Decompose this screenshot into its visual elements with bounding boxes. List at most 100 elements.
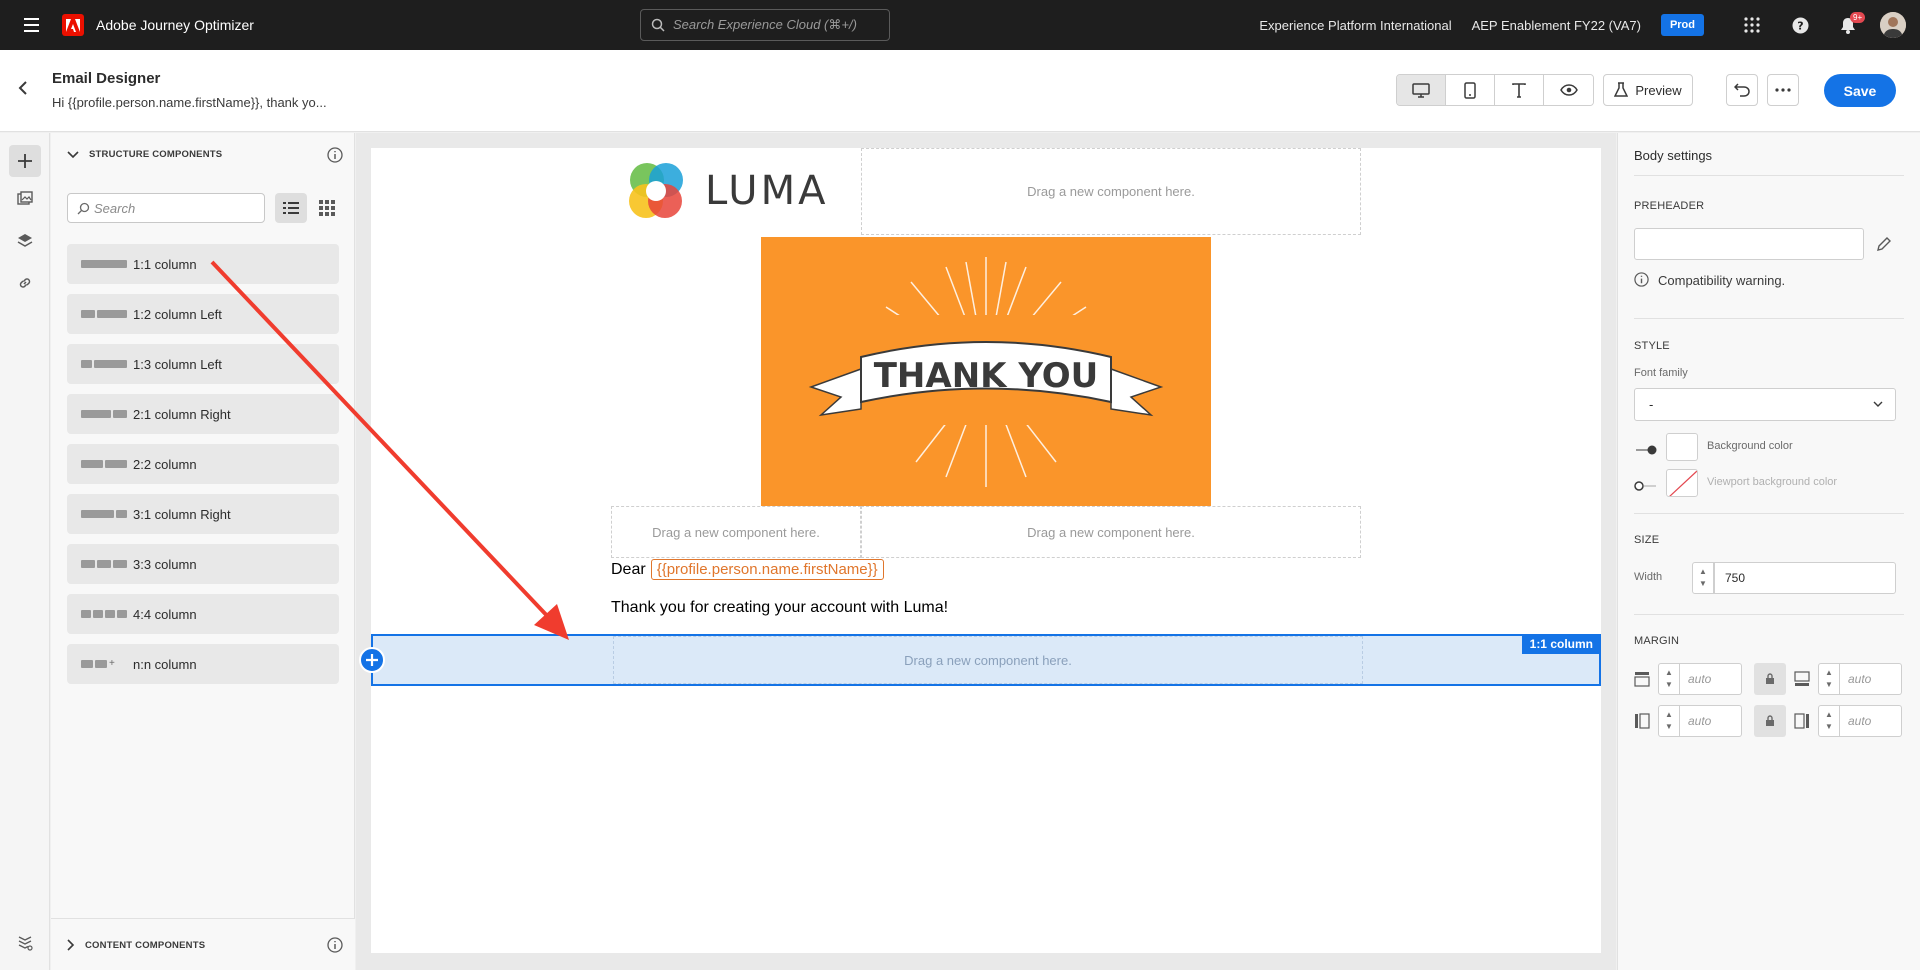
component-search-input[interactable]: Search <box>67 193 265 223</box>
width-stepper[interactable]: ▲ ▼ <box>1692 562 1714 594</box>
user-avatar[interactable] <box>1880 12 1906 38</box>
apps-grid-icon[interactable] <box>1728 0 1776 50</box>
compatibility-warning: Compatibility warning. <box>1658 273 1786 288</box>
structure-components-header[interactable]: STRUCTURE COMPONENTS <box>67 147 343 163</box>
chevron-right-icon <box>67 939 75 951</box>
luma-logo-text: LUMA <box>705 168 829 214</box>
component-label: 2:2 column <box>133 456 197 472</box>
settings-stack-icon[interactable] <box>9 927 41 959</box>
viewport-background-swatch[interactable] <box>1666 469 1698 497</box>
component-label: 4:4 column <box>133 606 197 622</box>
preheader-input[interactable] <box>1634 228 1864 260</box>
row-type-tag: 1:1 column <box>1521 634 1601 654</box>
list-view-icon[interactable] <box>275 193 307 223</box>
add-components-icon[interactable] <box>9 145 41 177</box>
settings-title: Body settings <box>1634 148 1713 163</box>
background-color-toggle[interactable] <box>1634 443 1658 457</box>
help-icon[interactable]: ? <box>1776 0 1824 50</box>
luma-logo-icon <box>629 163 683 218</box>
selected-structure-row[interactable]: Drag a new component here. 1:1 column <box>359 634 1601 686</box>
margin-right-stepper[interactable]: ▲ ▼ <box>1818 705 1840 737</box>
component-1-3-column-left[interactable]: 1:3 column Left <box>67 344 339 384</box>
info-icon[interactable] <box>327 147 343 163</box>
drop-zone[interactable]: Drag a new component here. <box>861 506 1361 558</box>
drop-zone[interactable]: Drag a new component here. <box>611 506 861 558</box>
font-family-label: Font family <box>1634 367 1688 379</box>
more-options-button[interactable] <box>1767 74 1799 106</box>
component-n-n-column[interactable]: + n:n column <box>67 644 339 684</box>
margin-bottom-stepper[interactable]: ▲ ▼ <box>1818 663 1840 695</box>
component-2-2-column[interactable]: 2:2 column <box>67 444 339 484</box>
email-canvas-area: LUMA Drag a new component here. THANK YO… <box>356 133 1616 970</box>
assets-icon[interactable] <box>9 183 41 215</box>
chevron-down-icon <box>1873 401 1883 407</box>
lock-icon[interactable] <box>1754 663 1786 695</box>
notifications-bell-icon[interactable]: 9+ <box>1824 0 1872 50</box>
margin-right-input[interactable]: auto <box>1840 705 1902 737</box>
column-layout-icon <box>81 410 127 418</box>
eye-view-icon[interactable] <box>1544 75 1593 105</box>
app-name[interactable]: Adobe Journey Optimizer <box>96 17 254 33</box>
notification-count-badge: 9+ <box>1850 12 1866 23</box>
text-view-icon[interactable] <box>1495 75 1544 105</box>
component-label: 3:1 column Right <box>133 506 231 522</box>
global-search-input[interactable]: Search Experience Cloud (⌘+/) <box>640 9 890 41</box>
margin-left-input[interactable]: auto <box>1680 705 1742 737</box>
component-3-3-column[interactable]: 3:3 column <box>67 544 339 584</box>
undo-button[interactable] <box>1726 74 1758 106</box>
column-layout-icon <box>81 460 127 468</box>
viewport-background-label: Viewport background color <box>1707 476 1838 488</box>
background-color-swatch[interactable] <box>1666 433 1698 461</box>
component-1-2-column-left[interactable]: 1:2 column Left <box>67 294 339 334</box>
thank-you-hero-image[interactable]: THANK YOU <box>761 237 1211 506</box>
luma-logo[interactable]: LUMA <box>621 156 828 226</box>
edit-pencil-icon[interactable] <box>1876 236 1892 252</box>
drop-zone[interactable]: Drag a new component here. <box>613 636 1363 684</box>
drop-zone[interactable]: Drag a new component here. <box>861 148 1361 235</box>
divider <box>1634 513 1904 514</box>
lock-icon[interactable] <box>1754 705 1786 737</box>
component-4-4-column[interactable]: 4:4 column <box>67 594 339 634</box>
personalization-token[interactable]: {{profile.person.name.firstName}} <box>650 559 884 580</box>
body-text[interactable]: Thank you for creating your account with… <box>611 599 948 617</box>
adobe-logo-icon <box>62 14 84 36</box>
grid-view-icon[interactable] <box>311 193 343 223</box>
viewport-background-toggle[interactable] <box>1634 479 1658 493</box>
sandbox-switcher[interactable]: AEP Enablement FY22 (VA7) <box>1472 18 1641 33</box>
greeting-line[interactable]: Dear {{profile.person.name.firstName}} <box>611 559 884 580</box>
component-label: 1:3 column Left <box>133 356 222 372</box>
links-icon[interactable] <box>9 267 41 299</box>
divider <box>1634 614 1904 615</box>
margin-top-input[interactable]: auto <box>1680 663 1742 695</box>
background-color-label: Background color <box>1707 440 1793 452</box>
page-title: Email Designer <box>52 70 161 87</box>
org-switcher[interactable]: Experience Platform International <box>1259 18 1451 33</box>
component-1-1-column[interactable]: 1:1 column <box>67 244 339 284</box>
content-components-title: CONTENT COMPONENTS <box>85 939 206 951</box>
desktop-view-icon[interactable] <box>1397 75 1446 105</box>
layers-icon[interactable] <box>9 225 41 257</box>
environment-badge[interactable]: Prod <box>1660 14 1704 36</box>
add-row-icon[interactable] <box>359 647 385 673</box>
column-layout-icon <box>81 610 127 618</box>
font-family-select[interactable]: - <box>1634 388 1896 421</box>
greeting-label: Dear <box>611 560 646 578</box>
width-input[interactable]: 750 <box>1714 562 1896 594</box>
mobile-view-icon[interactable] <box>1446 75 1495 105</box>
content-components-header[interactable]: CONTENT COMPONENTS <box>67 937 343 953</box>
save-button[interactable]: Save <box>1824 74 1896 107</box>
structure-components-title: STRUCTURE COMPONENTS <box>89 149 223 160</box>
back-arrow-icon[interactable] <box>16 80 32 101</box>
margin-bottom-input[interactable]: auto <box>1840 663 1902 695</box>
margin-top-stepper[interactable]: ▲ ▼ <box>1658 663 1680 695</box>
info-icon[interactable] <box>327 937 343 953</box>
chevron-down-icon <box>67 150 79 158</box>
preview-button[interactable]: Preview <box>1603 74 1693 106</box>
component-3-1-column-right[interactable]: 3:1 column Right <box>67 494 339 534</box>
width-label: Width <box>1634 571 1663 583</box>
margin-left-stepper[interactable]: ▲ ▼ <box>1658 705 1680 737</box>
email-body[interactable]: LUMA Drag a new component here. THANK YO… <box>359 148 1601 953</box>
margin-top-icon <box>1634 672 1650 687</box>
menu-icon[interactable] <box>0 0 62 50</box>
component-2-1-column-right[interactable]: 2:1 column Right <box>67 394 339 434</box>
